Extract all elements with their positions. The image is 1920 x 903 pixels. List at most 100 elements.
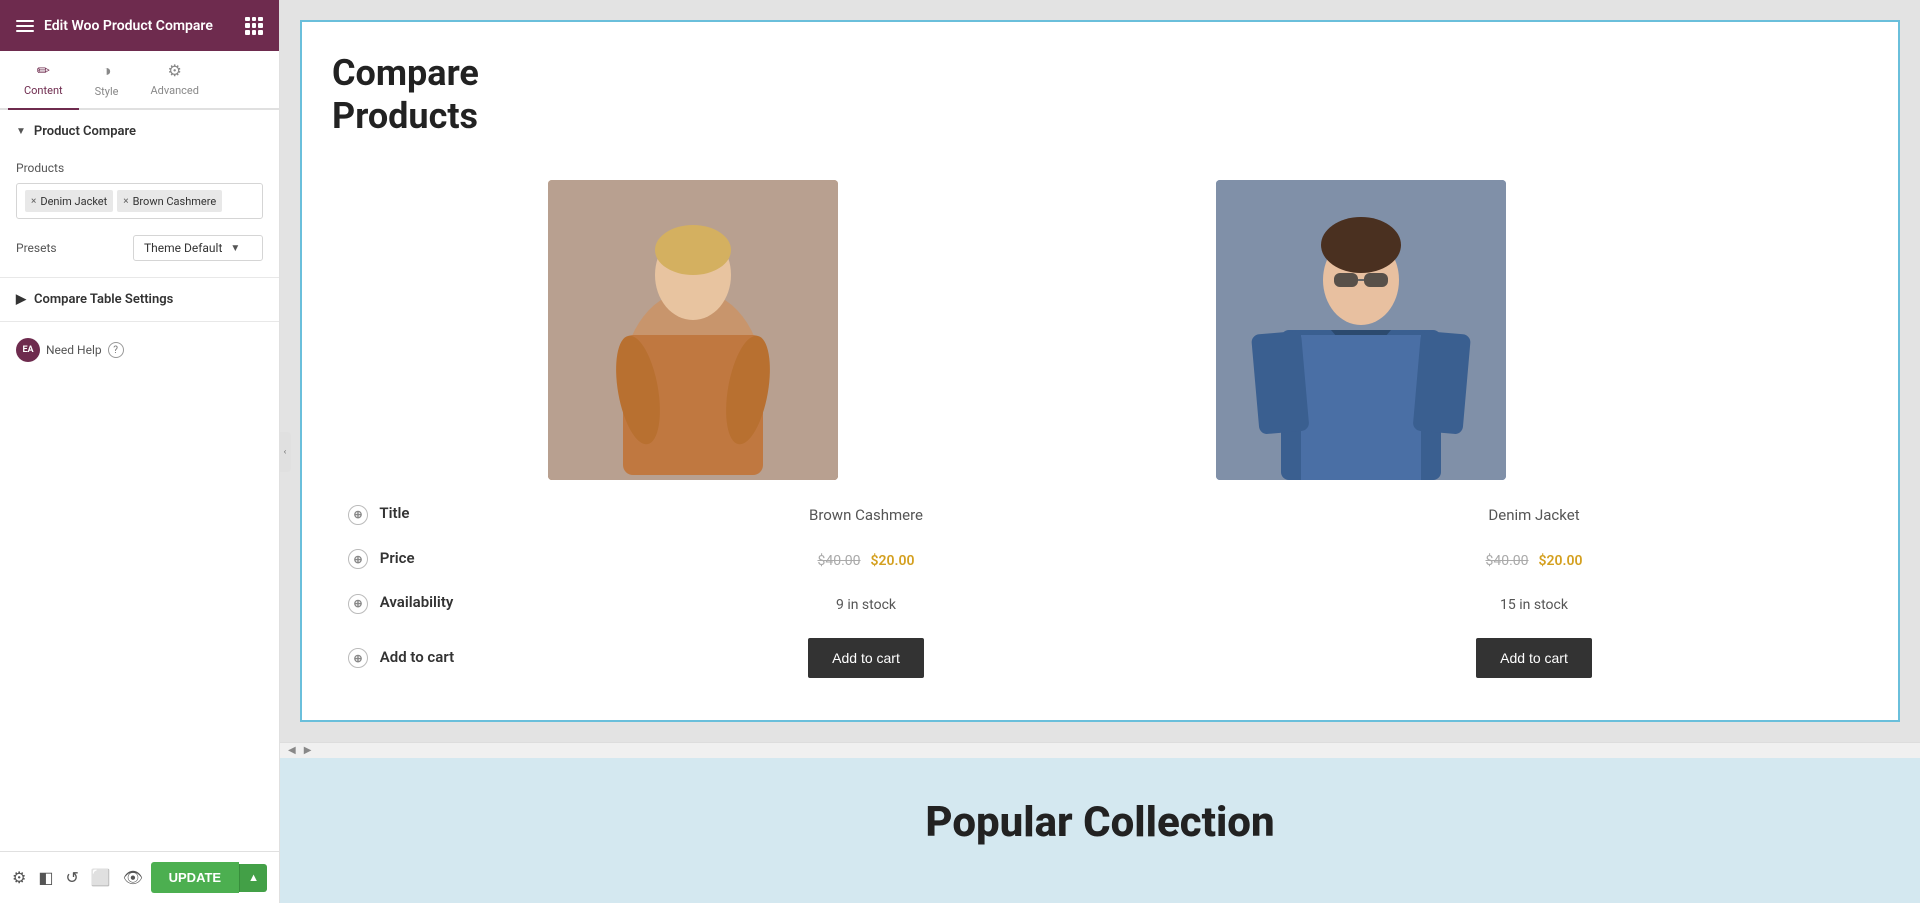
products-tag-input[interactable]: × Denim Jacket × Brown Cashmere (16, 183, 263, 219)
content-icon: ✏ (37, 61, 50, 80)
need-help[interactable]: EA Need Help ? (0, 322, 279, 378)
left-panel: Edit Woo Product Compare ✏ Content ◑ Sty… (0, 0, 280, 903)
expand-cart-icon[interactable]: ⊕ (348, 648, 368, 668)
panel-body: ▼ Product Compare Products × Denim Jacke… (0, 110, 279, 903)
preview-icon[interactable]: 👁 (123, 868, 143, 887)
row-title-label: Title (379, 504, 409, 522)
denim-product-image (1216, 180, 1506, 480)
tag-remove-cashmere[interactable]: × (123, 196, 128, 207)
dropdown-arrow-icon: ▼ (230, 243, 240, 254)
table-row-title: ⊕ Title Brown Cashmere Denim Jacket (332, 492, 1868, 537)
product2-name: Denim Jacket (1488, 506, 1579, 524)
presets-row: Presets Theme Default ▼ (16, 235, 263, 261)
tag-remove-denim[interactable]: × (31, 196, 36, 207)
product2-stock: 15 in stock (1500, 597, 1568, 613)
products-field-label: Products (16, 161, 263, 175)
responsive-icon[interactable]: ⬜ (91, 868, 111, 887)
update-dropdown-button[interactable]: ▲ (239, 864, 267, 892)
section-compare-table-settings: ▶ Compare Table Settings (0, 278, 279, 322)
canvas-area: CompareProducts (280, 0, 1920, 903)
expand-title-icon[interactable]: ⊕ (348, 505, 368, 525)
presets-value: Theme Default (144, 241, 222, 255)
ea-badge: EA (16, 338, 40, 362)
compare-table: ⊕ Title Brown Cashmere Denim Jacket (332, 168, 1868, 690)
tag-denim-label: Denim Jacket (40, 195, 107, 208)
need-help-label: Need Help (46, 343, 102, 357)
history-icon[interactable]: ↺ (65, 868, 78, 887)
panel-title: Edit Woo Product Compare (44, 18, 213, 34)
hamburger-icon[interactable] (16, 20, 34, 32)
cashmere-product-image (548, 180, 838, 480)
table-row-price: ⊕ Price $40.00 $20.00 $40.00 $20.00 (332, 537, 1868, 582)
panel-header-left: Edit Woo Product Compare (16, 18, 213, 34)
help-question-icon[interactable]: ? (108, 342, 124, 358)
product1-stock: 9 in stock (836, 597, 896, 613)
row-label-add-to-cart: ⊕ Add to cart (332, 626, 532, 690)
row-cart-label: Add to cart (380, 648, 454, 666)
section-product-compare-body: Products × Denim Jacket × Brown Cashmere… (0, 153, 279, 277)
product2-sale-price: $20.00 (1539, 553, 1583, 569)
product2-add-to-cart-button[interactable]: Add to cart (1476, 638, 1592, 678)
expand-price-icon[interactable]: ⊕ (348, 549, 368, 569)
toolbar-icons: ⚙ ◧ ↺ ⬜ 👁 (12, 868, 143, 887)
chevron-right-icon: ▶ (16, 292, 26, 307)
product1-add-to-cart-button[interactable]: Add to cart (808, 638, 924, 678)
tab-content[interactable]: ✏ Content (8, 51, 79, 110)
product1-price: $40.00 $20.00 (532, 537, 1200, 582)
canvas-scroll-bar: ◀ ▶ (280, 742, 1920, 758)
table-row-availability: ⊕ Availability 9 in stock 15 in stock (332, 581, 1868, 626)
product1-title: Brown Cashmere (532, 492, 1200, 537)
table-header-empty (332, 168, 532, 492)
popular-collection-title: Popular Collection (925, 798, 1274, 847)
presets-label: Presets (16, 241, 57, 255)
tab-advanced-label: Advanced (150, 84, 198, 97)
tag-denim-jacket: × Denim Jacket (25, 190, 113, 212)
expand-availability-icon[interactable]: ⊕ (348, 594, 368, 614)
lower-section: Popular Collection (280, 758, 1920, 903)
section-product-compare: ▼ Product Compare Products × Denim Jacke… (0, 110, 279, 278)
product1-original-price: $40.00 (818, 553, 861, 569)
settings-icon[interactable]: ⚙ (12, 868, 26, 887)
widget-area: CompareProducts (300, 20, 1900, 722)
compare-title: CompareProducts (332, 52, 1868, 138)
row-price-label: Price (380, 549, 415, 567)
chevron-down-icon: ▼ (16, 126, 26, 137)
presets-select[interactable]: Theme Default ▼ (133, 235, 263, 261)
tag-brown-cashmere: × Brown Cashmere (117, 190, 222, 212)
section-product-compare-label: Product Compare (34, 124, 136, 139)
section-header-product-compare[interactable]: ▼ Product Compare (0, 110, 279, 153)
tab-style-label: Style (95, 85, 119, 98)
product1-availability: 9 in stock (532, 581, 1200, 626)
tab-advanced[interactable]: ⚙ Advanced (134, 51, 214, 108)
table-header-denim-jacket (1200, 168, 1868, 492)
panel-header: Edit Woo Product Compare (0, 0, 279, 51)
product2-original-price: $40.00 (1486, 553, 1529, 569)
product2-title: Denim Jacket (1200, 492, 1868, 537)
scroll-left-arrow[interactable]: ◀ (284, 745, 300, 756)
row-label-availability: ⊕ Availability (332, 581, 532, 626)
product2-cart: Add to cart (1200, 626, 1868, 690)
product1-sale-price: $20.00 (871, 553, 915, 569)
style-icon: ◑ (102, 61, 112, 81)
grid-icon[interactable] (245, 17, 263, 35)
table-row-add-to-cart: ⊕ Add to cart Add to cart Add to cart (332, 626, 1868, 690)
tab-bar: ✏ Content ◑ Style ⚙ Advanced (0, 51, 279, 110)
update-button[interactable]: UPDATE (151, 862, 239, 893)
tab-content-label: Content (24, 84, 63, 97)
product1-cart: Add to cart (532, 626, 1200, 690)
row-label-price: ⊕ Price (332, 537, 532, 582)
collapse-panel-handle[interactable]: ‹ (279, 432, 291, 472)
section-compare-table-label: Compare Table Settings (34, 292, 173, 307)
section-header-compare-table[interactable]: ▶ Compare Table Settings (0, 278, 279, 321)
bottom-toolbar: ⚙ ◧ ↺ ⬜ 👁 UPDATE ▲ (0, 851, 279, 903)
layers-icon[interactable]: ◧ (38, 868, 53, 887)
tab-style[interactable]: ◑ Style (79, 51, 135, 108)
tag-cashmere-label: Brown Cashmere (133, 195, 217, 208)
product2-availability: 15 in stock (1200, 581, 1868, 626)
product2-price: $40.00 $20.00 (1200, 537, 1868, 582)
table-header-brown-cashmere (532, 168, 1200, 492)
scroll-right-arrow[interactable]: ▶ (300, 745, 316, 756)
row-availability-label: Availability (380, 593, 454, 611)
product1-name: Brown Cashmere (809, 506, 923, 524)
main-canvas: CompareProducts (280, 0, 1920, 903)
